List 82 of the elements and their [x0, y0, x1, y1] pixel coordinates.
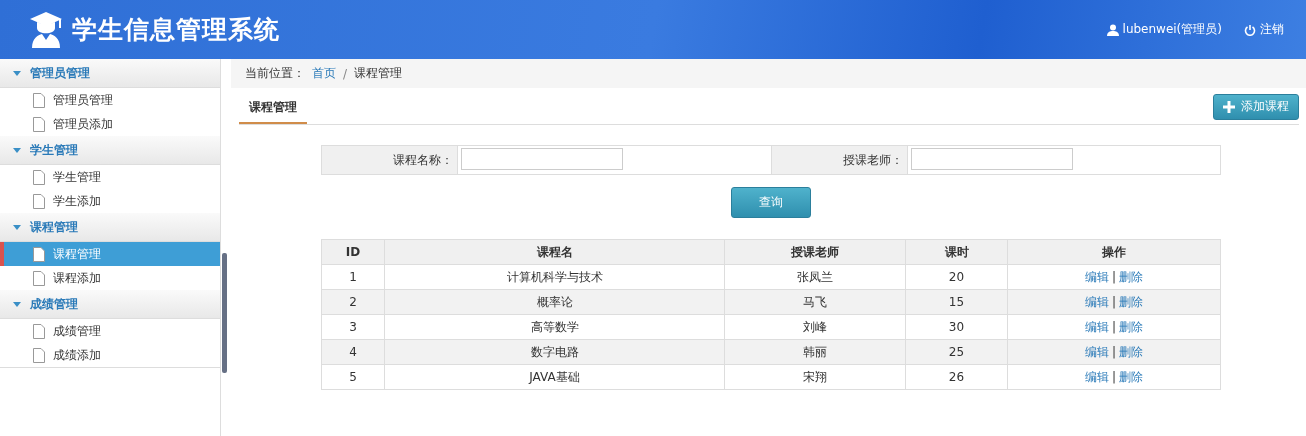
sidebar-group-header[interactable]: 学生管理 [0, 136, 220, 165]
sidebar-group-header[interactable]: 管理员管理 [0, 59, 220, 88]
delete-link[interactable]: 删除 [1119, 369, 1143, 384]
column-header: 操作 [1007, 239, 1221, 265]
table-cell: 张凤兰 [724, 264, 906, 290]
delete-link[interactable]: 删除 [1119, 319, 1143, 334]
sidebar-item[interactable]: 学生管理 [0, 165, 220, 189]
input-field[interactable] [461, 148, 623, 170]
document-icon [33, 323, 45, 339]
table-cell: 4 [321, 339, 385, 365]
table-cell: 2 [321, 289, 385, 315]
caret-icon [12, 299, 22, 309]
sidebar-item[interactable]: 管理员添加 [0, 112, 220, 136]
table-cell: 26 [905, 364, 1008, 390]
link-separator: | [1111, 294, 1116, 309]
delete-link[interactable]: 删除 [1119, 344, 1143, 359]
table-cell: JAVA基础 [384, 364, 725, 390]
table-cell: 30 [905, 314, 1008, 340]
edit-link[interactable]: 编辑 [1084, 344, 1109, 359]
field-label: 授课老师： [772, 146, 908, 174]
edit-link[interactable]: 编辑 [1084, 294, 1109, 309]
column-header: ID [321, 239, 385, 265]
column-header: 授课老师 [724, 239, 906, 265]
user-icon [1106, 23, 1119, 36]
sidebar-group-header[interactable]: 课程管理 [0, 213, 220, 242]
table-cell: 马飞 [724, 289, 906, 315]
search-button[interactable]: 查询 [731, 187, 811, 218]
add-course-button[interactable]: 添加课程 [1213, 93, 1299, 120]
sidebar-item[interactable]: 课程添加 [0, 266, 220, 290]
field-label: 课程名称： [322, 146, 458, 174]
breadcrumb-separator: / [343, 66, 348, 81]
sidebar-item[interactable]: 成绩添加 [0, 343, 220, 368]
input-field[interactable] [911, 148, 1073, 170]
user-link[interactable]: lubenwei(管理员) [1106, 21, 1222, 38]
table-cell: 20 [905, 264, 1008, 290]
power-icon [1244, 23, 1256, 36]
delete-link[interactable]: 删除 [1119, 269, 1143, 284]
table-cell: 高等数学 [384, 314, 725, 340]
table-cell: 概率论 [384, 289, 725, 315]
breadcrumb-link[interactable]: 首页 [312, 65, 336, 82]
column-header: 课时 [905, 239, 1008, 265]
table-cell: 3 [321, 314, 385, 340]
sidebar-item[interactable]: 学生添加 [0, 189, 220, 213]
table-cell: 计算机科学与技术 [384, 264, 725, 290]
caret-icon [12, 222, 22, 232]
sidebar-item[interactable]: 成绩管理 [0, 319, 220, 343]
tab[interactable]: 课程管理 [239, 92, 307, 124]
document-icon [33, 116, 45, 132]
document-icon [33, 193, 45, 209]
logout-link[interactable]: 注销 [1244, 21, 1284, 38]
plus-icon [1223, 100, 1235, 113]
edit-link[interactable]: 编辑 [1084, 319, 1109, 334]
document-icon [33, 246, 45, 262]
sidebar-item[interactable]: 课程管理 [0, 242, 220, 266]
column-header: 课程名 [384, 239, 725, 265]
link-separator: | [1111, 319, 1116, 334]
table-cell: 25 [905, 339, 1008, 365]
delete-link[interactable]: 删除 [1119, 294, 1143, 309]
app-title: 学生信息管理系统 [72, 14, 280, 46]
table-cell: 宋翔 [724, 364, 906, 390]
edit-link[interactable]: 编辑 [1084, 269, 1109, 284]
breadcrumb-label: 当前位置： [245, 65, 305, 82]
breadcrumb-current: 课程管理 [354, 65, 403, 82]
table-cell: 数字电路 [384, 339, 725, 365]
document-icon [33, 169, 45, 185]
caret-icon [12, 145, 22, 155]
table-cell: 1 [321, 264, 385, 290]
link-separator: | [1111, 344, 1116, 359]
link-separator: | [1111, 269, 1116, 284]
document-icon [33, 347, 45, 363]
table-cell: 韩丽 [724, 339, 906, 365]
splitter-handle[interactable] [222, 253, 227, 373]
table-cell: 刘峰 [724, 314, 906, 340]
document-icon [33, 92, 45, 108]
table-cell: 15 [905, 289, 1008, 315]
table-cell: 5 [321, 364, 385, 390]
edit-link[interactable]: 编辑 [1084, 369, 1109, 384]
document-icon [33, 270, 45, 286]
caret-icon [12, 68, 22, 78]
sidebar-group-header[interactable]: 成绩管理 [0, 290, 220, 319]
link-separator: | [1111, 369, 1116, 384]
sidebar-item[interactable]: 管理员管理 [0, 88, 220, 112]
